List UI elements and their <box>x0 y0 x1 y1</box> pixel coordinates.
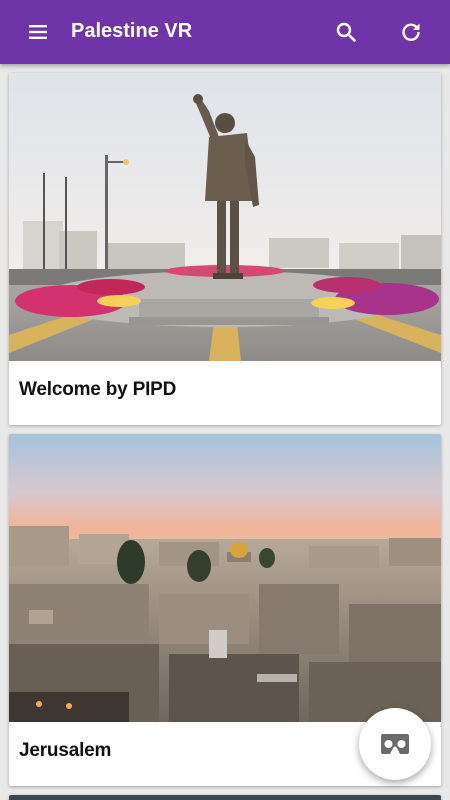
card-welcome[interactable]: Welcome by PIPD <box>9 73 441 425</box>
vr-mode-button[interactable] <box>359 708 431 780</box>
refresh-button[interactable] <box>391 12 431 52</box>
card-title: Jerusalem <box>19 740 112 761</box>
jerusalem-skyline-photo <box>9 434 441 722</box>
search-icon <box>336 22 356 42</box>
next-card-photo <box>9 795 441 800</box>
search-button[interactable] <box>326 12 366 52</box>
menu-icon <box>29 25 47 39</box>
app-title: Palestine VR <box>71 20 193 42</box>
menu-button[interactable] <box>18 12 58 52</box>
card-feed[interactable]: Welcome by PIPD Jerusalem <box>0 64 450 800</box>
vr-headset-icon <box>381 734 409 754</box>
card-title: Welcome by PIPD <box>19 379 177 400</box>
refresh-icon <box>402 23 420 41</box>
app-bar: Palestine VR <box>0 0 450 64</box>
card-next[interactable] <box>9 795 441 800</box>
statue-roundabout-photo <box>9 73 441 361</box>
